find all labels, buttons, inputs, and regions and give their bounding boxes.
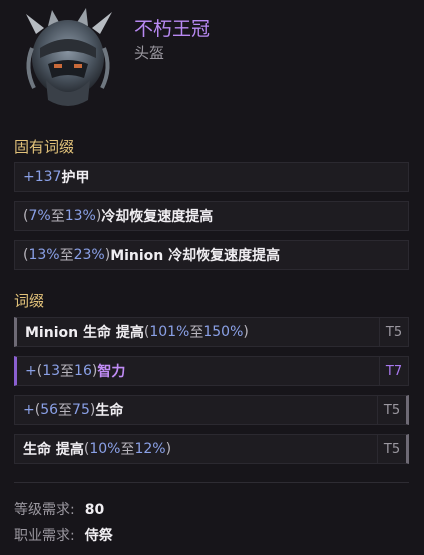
tier-badge: T7 [379,357,408,385]
plus-sign: + [25,363,37,379]
range-sep: 至 [59,248,74,264]
range-min: 13 [42,363,61,379]
plus-sign: + [23,402,35,418]
range-close: ) [165,441,172,457]
range-sep: 至 [50,209,65,225]
level-requirement-value: 80 [84,502,105,518]
range-min: 101% [149,324,190,340]
item-header: 不朽王冠 头盔 [0,0,424,126]
range-min: 10% [89,441,121,457]
item-type: 头盔 [134,44,165,62]
armor-value: 137 [34,169,62,185]
spiked-helmet-icon [18,8,118,112]
range-min: 13% [28,247,60,263]
implicit-row-armor[interactable]: +137 护甲 [14,162,409,192]
range-max: 75 [72,402,90,418]
implicit-section-title: 固有词缀 [14,138,75,156]
range-sep: 至 [189,325,204,341]
range-close: ) [243,324,249,340]
item-name: 不朽王冠 [134,18,211,40]
affix-section-title: 词缀 [14,292,45,310]
range-min: 56 [40,402,59,418]
class-requirement: 职业需求: 侍祭 [14,525,113,545]
health-label: 生命 [95,403,124,419]
affix-row-health-increase[interactable]: 生命 提高 (10% 至 12%) T5 [14,434,409,464]
implicit-row-cooldown[interactable]: (7% 至 13%) 冷却恢复速度提高 [14,201,409,231]
tier-badge: T5 [377,435,406,463]
intelligence-label: 智力 [97,364,126,380]
range-max: 12% [134,441,166,457]
tier-badge: T5 [377,396,406,424]
implicit-row-minion-cooldown[interactable]: (13% 至 23%) Minion 冷却恢复速度提高 [14,240,409,270]
range-max: 13% [64,208,96,224]
tier-badge: T5 [379,318,408,346]
range-min: 7% [28,208,51,224]
armor-label: 护甲 [61,170,90,186]
affix-row-minion-health[interactable]: Minion 生命 提高 (101% 至 150%) T5 [14,317,409,347]
minion-health-label: Minion 生命 提高 [25,325,144,341]
affix-row-intelligence[interactable]: +(13 至 16) 智力 T7 [14,356,409,386]
minion-cooldown-label: Minion 冷却恢复速度提高 [110,248,281,264]
range-max: 150% [203,324,244,340]
range-max: 23% [73,247,105,263]
class-requirement-label: 职业需求: [14,528,75,544]
level-requirement: 等级需求: 80 [14,499,104,519]
affix-row-health[interactable]: +(56 至 75) 生命 T5 [14,395,409,425]
range-sep: 至 [120,442,135,458]
class-requirement-value: 侍祭 [84,528,113,544]
health-increase-label: 生命 提高 [23,442,84,458]
divider [14,482,409,483]
plus-sign: + [23,169,35,185]
level-requirement-label: 等级需求: [14,502,75,518]
range-sep: 至 [60,364,75,380]
range-sep: 至 [58,403,73,419]
range-max: 16 [74,363,92,379]
cooldown-label: 冷却恢复速度提高 [101,209,214,225]
